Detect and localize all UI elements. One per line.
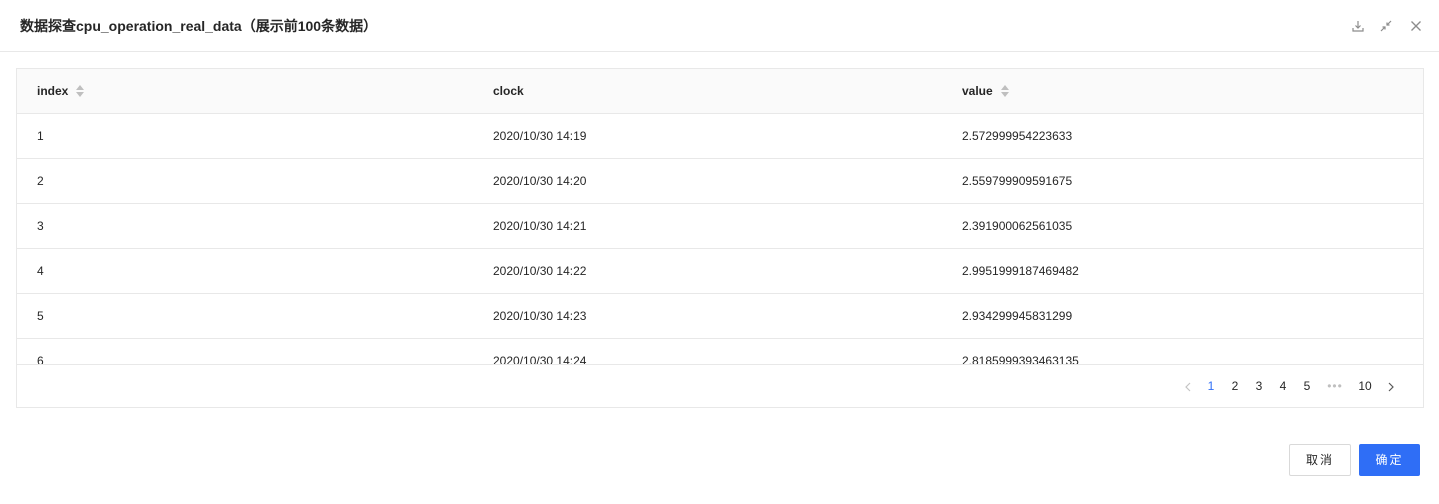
column-header-clock: clock bbox=[493, 69, 524, 114]
cell-clock: 2020/10/30 14:23 bbox=[493, 309, 587, 323]
modal-header: 数据探查cpu_operation_real_data（展示前100条数据） bbox=[0, 0, 1439, 52]
page-1[interactable]: 1 bbox=[1203, 365, 1219, 407]
table-row: 1 2020/10/30 14:19 2.572999954223633 bbox=[17, 114, 1423, 159]
shrink-icon[interactable] bbox=[1379, 19, 1393, 33]
cell-value: 2.934299945831299 bbox=[962, 309, 1073, 323]
page-10[interactable]: 10 bbox=[1355, 365, 1375, 407]
cell-clock: 2020/10/30 14:20 bbox=[493, 174, 587, 188]
confirm-button[interactable]: 确定 bbox=[1359, 444, 1420, 476]
cell-value: 2.559799909591675 bbox=[962, 174, 1073, 188]
column-label: index bbox=[37, 84, 69, 98]
cell-index: 6 bbox=[37, 354, 44, 364]
table-row: 3 2020/10/30 14:21 2.391900062561035 bbox=[17, 204, 1423, 249]
cell-value: 2.391900062561035 bbox=[962, 219, 1073, 233]
table-row: 5 2020/10/30 14:23 2.934299945831299 bbox=[17, 294, 1423, 339]
table-row: 6 2020/10/30 14:24 2.8185999393463135 bbox=[17, 339, 1423, 364]
cell-index: 4 bbox=[37, 264, 44, 278]
sort-icon[interactable] bbox=[76, 84, 85, 98]
cell-clock: 2020/10/30 14:22 bbox=[493, 264, 587, 278]
cell-clock: 2020/10/30 14:19 bbox=[493, 129, 587, 143]
page-ellipsis[interactable]: ••• bbox=[1323, 365, 1347, 407]
next-page-icon[interactable] bbox=[1383, 365, 1399, 407]
column-header-index[interactable]: index bbox=[37, 69, 85, 114]
table-header: index clock value bbox=[17, 69, 1423, 114]
cell-index: 2 bbox=[37, 174, 44, 188]
table-row: 4 2020/10/30 14:22 2.9951999187469482 bbox=[17, 249, 1423, 294]
cell-index: 1 bbox=[37, 129, 44, 143]
modal-title: 数据探查cpu_operation_real_data（展示前100条数据） bbox=[20, 18, 378, 34]
column-header-value[interactable]: value bbox=[962, 69, 1009, 114]
prev-page-icon[interactable] bbox=[1180, 365, 1196, 407]
cell-index: 3 bbox=[37, 219, 44, 233]
cell-clock: 2020/10/30 14:24 bbox=[493, 354, 587, 364]
page-3[interactable]: 3 bbox=[1251, 365, 1267, 407]
page-2[interactable]: 2 bbox=[1227, 365, 1243, 407]
table-body[interactable]: 1 2020/10/30 14:19 2.572999954223633 2 2… bbox=[17, 114, 1423, 364]
pagination: 1 2 3 4 5 ••• 10 bbox=[17, 364, 1423, 407]
cell-clock: 2020/10/30 14:21 bbox=[493, 219, 587, 233]
cell-value: 2.572999954223633 bbox=[962, 129, 1073, 143]
cell-value: 2.8185999393463135 bbox=[962, 354, 1079, 364]
close-icon[interactable] bbox=[1409, 19, 1423, 33]
table-row: 2 2020/10/30 14:20 2.559799909591675 bbox=[17, 159, 1423, 204]
sort-icon[interactable] bbox=[1000, 84, 1009, 98]
data-table: index clock value 1 2020/10/30 14:19 2.5… bbox=[16, 68, 1424, 408]
data-preview-modal: 数据探查cpu_operation_real_data（展示前100条数据） i… bbox=[0, 0, 1439, 504]
column-label: value bbox=[962, 84, 993, 98]
cancel-button[interactable]: 取消 bbox=[1289, 444, 1351, 476]
page-5[interactable]: 5 bbox=[1299, 365, 1315, 407]
page-4[interactable]: 4 bbox=[1275, 365, 1291, 407]
cell-index: 5 bbox=[37, 309, 44, 323]
column-label: clock bbox=[493, 84, 524, 98]
cell-value: 2.9951999187469482 bbox=[962, 264, 1079, 278]
download-icon[interactable] bbox=[1351, 19, 1365, 33]
